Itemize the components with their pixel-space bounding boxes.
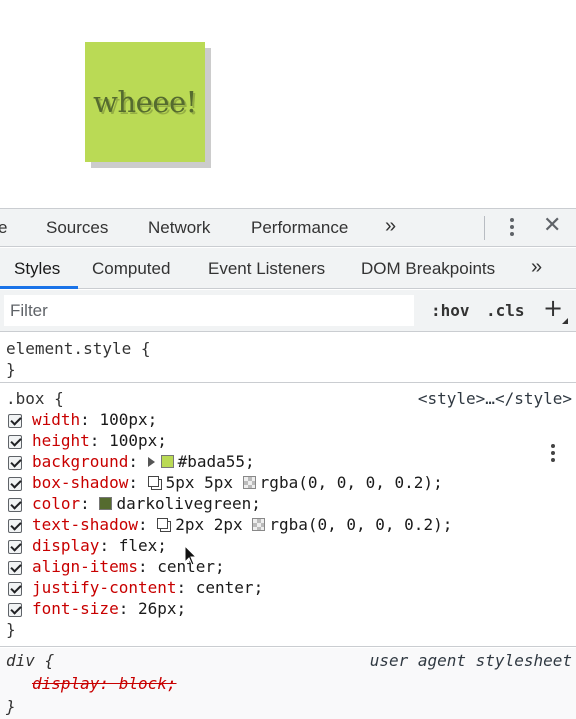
prop-value: 100px;: [99, 410, 158, 429]
prop-name: color: [32, 494, 81, 513]
styles-toolbar: :hov .cls +: [0, 290, 576, 332]
color-swatch-icon[interactable]: [160, 455, 174, 468]
prop-value: rgba(0, 0, 0, 0.2);: [269, 515, 453, 534]
shadow-editor-icon[interactable]: [147, 476, 162, 490]
filter-input[interactable]: [4, 295, 414, 326]
rule-menu-icon[interactable]: [551, 444, 557, 465]
prop-value: rgba(0, 0, 0, 0.2);: [259, 473, 443, 492]
page-preview: wheee!: [0, 0, 576, 208]
new-rule-menu-indicator[interactable]: [562, 318, 568, 324]
demo-box: wheee!: [85, 42, 205, 162]
prop-value: center;: [195, 578, 264, 597]
prop-name: font-size: [32, 599, 119, 618]
decl-background[interactable]: background: #bada55;: [32, 452, 255, 471]
box-rule: .box { <style>…</style> width: 100px; he…: [0, 384, 576, 647]
decl-height[interactable]: height: 100px;: [32, 431, 167, 450]
checkbox-text-shadow[interactable]: [8, 519, 22, 533]
checkbox-justify-content[interactable]: [8, 582, 22, 596]
tab-network[interactable]: Network: [148, 218, 210, 238]
checkbox-box-shadow[interactable]: [8, 477, 22, 491]
prop-name: align-items: [32, 557, 138, 576]
color-swatch-icon[interactable]: [242, 476, 256, 489]
mouse-pointer-icon: [184, 545, 198, 566]
prop-value: flex;: [118, 536, 167, 555]
tab-elements-partial[interactable]: e: [0, 218, 7, 238]
tab-performance[interactable]: Performance: [251, 218, 348, 238]
box-rule-close: }: [6, 620, 16, 639]
decl-display[interactable]: display: flex;: [32, 536, 167, 555]
tab-event-listeners[interactable]: Event Listeners: [208, 259, 325, 279]
prop-name: display: [32, 536, 100, 555]
prop-value: 26px;: [137, 599, 187, 618]
shadow-editor-icon[interactable]: [157, 518, 172, 532]
prop-value: 2px 2px: [175, 515, 243, 534]
decl-width[interactable]: width: 100px;: [32, 410, 157, 429]
expand-triangle-icon[interactable]: [147, 457, 155, 467]
tab-computed[interactable]: Computed: [92, 259, 170, 279]
checkbox-width[interactable]: [8, 414, 22, 428]
devtools-menu-icon[interactable]: [504, 215, 520, 241]
color-swatch-icon[interactable]: [99, 497, 113, 510]
div-rule-selector: div {: [6, 651, 55, 670]
demo-box-text: wheee!: [93, 85, 197, 119]
checkbox-background[interactable]: [8, 456, 22, 470]
checkbox-height[interactable]: [8, 435, 22, 449]
element-style-close: }: [6, 360, 16, 379]
close-icon[interactable]: ✕: [543, 213, 561, 238]
checkbox-font-size[interactable]: [8, 603, 22, 617]
prop-name: box-shadow: [32, 473, 129, 492]
devtools-panel: e Sources Network Performance » ✕ Styles…: [0, 208, 576, 719]
decl-color[interactable]: color: darkolivegreen;: [32, 494, 261, 513]
prop-value: darkolivegreen;: [116, 494, 261, 513]
div-rule-close: }: [6, 697, 16, 716]
user-agent-div-rule: div { user agent stylesheet display: blo…: [0, 648, 576, 719]
more-tabs-icon[interactable]: »: [385, 215, 396, 238]
prop-value: 100px;: [109, 431, 167, 450]
decl-text-shadow[interactable]: text-shadow: 2px 2px rgba(0, 0, 0, 0.2);: [32, 515, 452, 534]
prop-name: text-shadow: [32, 515, 138, 534]
prop-value: 5px 5px: [165, 473, 234, 492]
prop-name: background: [32, 452, 129, 471]
new-rule-icon[interactable]: +: [543, 294, 563, 322]
tabbar-divider: [484, 216, 485, 240]
hov-toggle[interactable]: :hov: [431, 301, 470, 320]
prop-name: justify-content: [32, 578, 177, 597]
more-subtabs-icon[interactable]: »: [531, 256, 542, 279]
checkbox-color[interactable]: [8, 498, 22, 512]
cls-toggle[interactable]: .cls: [486, 301, 525, 320]
checkbox-display[interactable]: [8, 540, 22, 554]
element-style-rule: element.style { }: [0, 333, 576, 383]
color-swatch-icon[interactable]: [252, 518, 266, 531]
div-rule-source: user agent stylesheet: [369, 651, 572, 670]
sidebar-tabbar: Styles Computed Event Listeners DOM Brea…: [0, 248, 576, 289]
tab-styles[interactable]: Styles: [14, 259, 60, 279]
box-rule-source-link[interactable]: <style>…</style>: [418, 389, 572, 408]
tab-dom-breakpoints[interactable]: DOM Breakpoints: [361, 259, 495, 279]
element-style-selector[interactable]: element.style {: [6, 339, 151, 358]
decl-box-shadow[interactable]: box-shadow: 5px 5px rgba(0, 0, 0, 0.2);: [32, 473, 443, 492]
prop-name: width: [32, 410, 81, 429]
prop-name: height: [32, 431, 90, 450]
prop-value: #bada55;: [177, 452, 255, 471]
active-tab-indicator: [0, 286, 78, 289]
tab-sources[interactable]: Sources: [46, 218, 108, 238]
box-rule-selector[interactable]: .box {: [6, 389, 64, 408]
main-tabbar: e Sources Network Performance » ✕: [0, 209, 576, 247]
checkbox-align-items[interactable]: [8, 561, 22, 575]
overridden-declaration: display: block;: [32, 674, 177, 693]
decl-font-size[interactable]: font-size: 26px;: [32, 599, 186, 618]
decl-justify-content[interactable]: justify-content: center;: [32, 578, 263, 597]
